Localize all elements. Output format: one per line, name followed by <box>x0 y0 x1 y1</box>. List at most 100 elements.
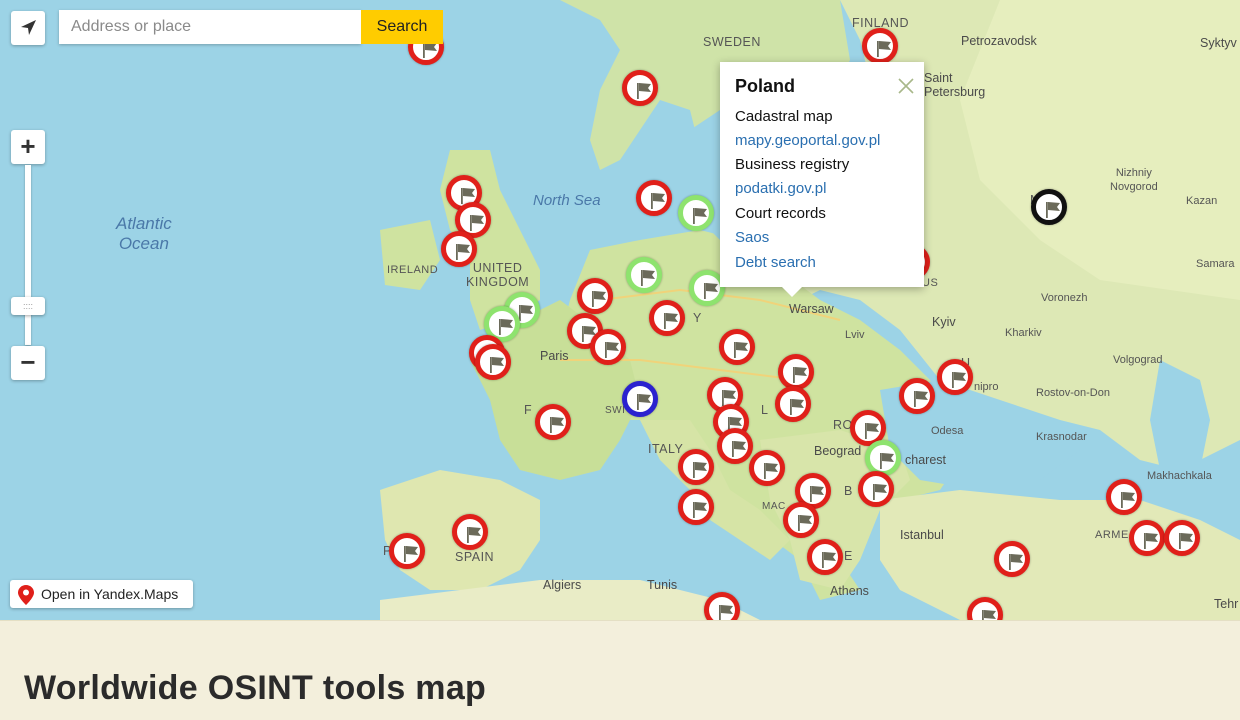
map-marker[interactable] <box>994 541 1030 577</box>
map-marker[interactable] <box>452 514 488 550</box>
flag-icon <box>704 283 718 299</box>
flag-icon <box>790 399 804 415</box>
map-marker[interactable] <box>535 404 571 440</box>
map-marker[interactable] <box>649 300 685 336</box>
page-title: Worldwide OSINT tools map <box>24 669 487 707</box>
flag-icon <box>914 391 928 407</box>
open-in-yandex-maps-button[interactable]: Open in Yandex.Maps <box>10 580 193 608</box>
page-footer: Worldwide OSINT tools map <box>0 620 1240 720</box>
map-pin-icon <box>18 585 34 605</box>
map-marker[interactable] <box>719 329 755 365</box>
label-ireland: IRELAND <box>387 264 439 276</box>
label-b-fragment: B <box>844 484 853 498</box>
label-athens: Athens <box>830 584 869 598</box>
search-button[interactable]: Search <box>361 10 443 44</box>
label-rostov: Rostov-on-Don <box>1036 387 1110 399</box>
label-tehran: Tehr <box>1214 597 1239 611</box>
label-italy: ITALY <box>648 442 684 456</box>
flag-icon <box>499 319 513 335</box>
map-canvas[interactable]: SWEDEN FINLAND Petrozavodsk Syktyv Saint… <box>0 0 1240 620</box>
map-marker[interactable] <box>475 344 511 380</box>
map-marker[interactable] <box>622 381 658 417</box>
map-marker[interactable] <box>858 471 894 507</box>
label-kazan: Kazan <box>1186 195 1218 207</box>
map-marker[interactable] <box>1129 520 1165 556</box>
label-belgrade: Beograd <box>814 444 862 458</box>
map-marker[interactable] <box>441 231 477 267</box>
map-marker[interactable] <box>622 70 658 106</box>
popup-title: Poland <box>735 76 796 96</box>
close-icon[interactable] <box>896 76 916 96</box>
popup-link-debt-search[interactable]: Debt search <box>735 254 816 272</box>
zoom-slider-handle[interactable]: :::: <box>11 297 45 315</box>
popup-link-geoportal[interactable]: mapy.geoportal.gov.pl <box>735 132 880 150</box>
label-dnipro: nipro <box>974 381 999 393</box>
map-marker[interactable] <box>678 195 714 231</box>
label-armenia: ARME <box>1095 529 1129 541</box>
label-voronezh: Voronezh <box>1041 292 1088 304</box>
flag-icon <box>822 552 836 568</box>
flag-icon <box>550 417 564 433</box>
flag-icon <box>810 486 824 502</box>
flag-icon <box>637 394 651 410</box>
map-marker[interactable] <box>704 592 740 620</box>
label-saint-petersburg: Saint Petersburg <box>924 71 986 99</box>
search-input[interactable] <box>59 10 361 44</box>
flag-icon <box>467 527 481 543</box>
label-paris: Paris <box>540 349 569 363</box>
map-marker[interactable] <box>636 180 672 216</box>
zoom-in-button[interactable]: + <box>11 130 45 164</box>
map-marker[interactable] <box>865 440 901 476</box>
map-marker[interactable] <box>749 450 785 486</box>
flag-icon <box>952 372 966 388</box>
label-krasnodar: Krasnodar <box>1036 431 1087 443</box>
flag-icon <box>456 244 470 260</box>
map-marker[interactable] <box>937 359 973 395</box>
label-bucharest: charest <box>905 453 946 467</box>
label-atlantic-ocean: Atlantic Ocean <box>116 214 172 253</box>
zoom-slider-track[interactable] <box>25 165 31 345</box>
flag-icon <box>1121 492 1135 508</box>
map-marker[interactable] <box>783 502 819 538</box>
flag-icon <box>732 441 746 457</box>
yandex-link-label: Open in Yandex.Maps <box>41 586 179 602</box>
flag-icon <box>404 546 418 562</box>
map-marker[interactable] <box>577 278 613 314</box>
label-mac-fragment: MAC <box>762 501 786 512</box>
map-marker[interactable] <box>778 354 814 390</box>
label-warsaw: Warsaw <box>789 302 834 316</box>
map-marker[interactable] <box>678 489 714 525</box>
map-marker[interactable] <box>626 257 662 293</box>
flag-icon <box>605 342 619 358</box>
popup-link-saos[interactable]: Saos <box>735 229 769 247</box>
map-marker[interactable] <box>389 533 425 569</box>
flag-icon <box>873 484 887 500</box>
popup-row-court-label: Court records <box>735 205 826 222</box>
map-background <box>380 0 1240 620</box>
map-marker[interactable] <box>862 28 898 64</box>
flag-icon <box>798 515 812 531</box>
label-algiers: Algiers <box>543 578 582 592</box>
map-marker[interactable] <box>899 378 935 414</box>
flag-icon <box>880 453 894 469</box>
map-marker[interactable] <box>807 539 843 575</box>
zoom-out-button[interactable]: − <box>11 346 45 380</box>
map-marker[interactable] <box>1031 189 1067 225</box>
flag-icon <box>764 463 778 479</box>
geolocation-button[interactable] <box>11 11 45 45</box>
popup-row-cadastral-label: Cadastral map <box>735 108 833 125</box>
map-marker[interactable] <box>1164 520 1200 556</box>
label-istanbul: Istanbul <box>900 528 944 542</box>
label-north-sea: North Sea <box>533 192 601 209</box>
label-uk: UNITED KINGDOM <box>466 261 530 289</box>
flag-icon <box>877 41 891 57</box>
map-marker[interactable] <box>590 329 626 365</box>
popup-link-podatki[interactable]: podatki.gov.pl <box>735 180 826 198</box>
location-arrow-icon <box>21 20 36 35</box>
map-marker[interactable] <box>678 449 714 485</box>
label-nizhniy-novgorod: Nizhniy Novgorod <box>1110 167 1158 193</box>
map-marker[interactable] <box>717 428 753 464</box>
map-marker[interactable] <box>1106 479 1142 515</box>
map-marker[interactable] <box>775 386 811 422</box>
flag-icon <box>1144 533 1158 549</box>
